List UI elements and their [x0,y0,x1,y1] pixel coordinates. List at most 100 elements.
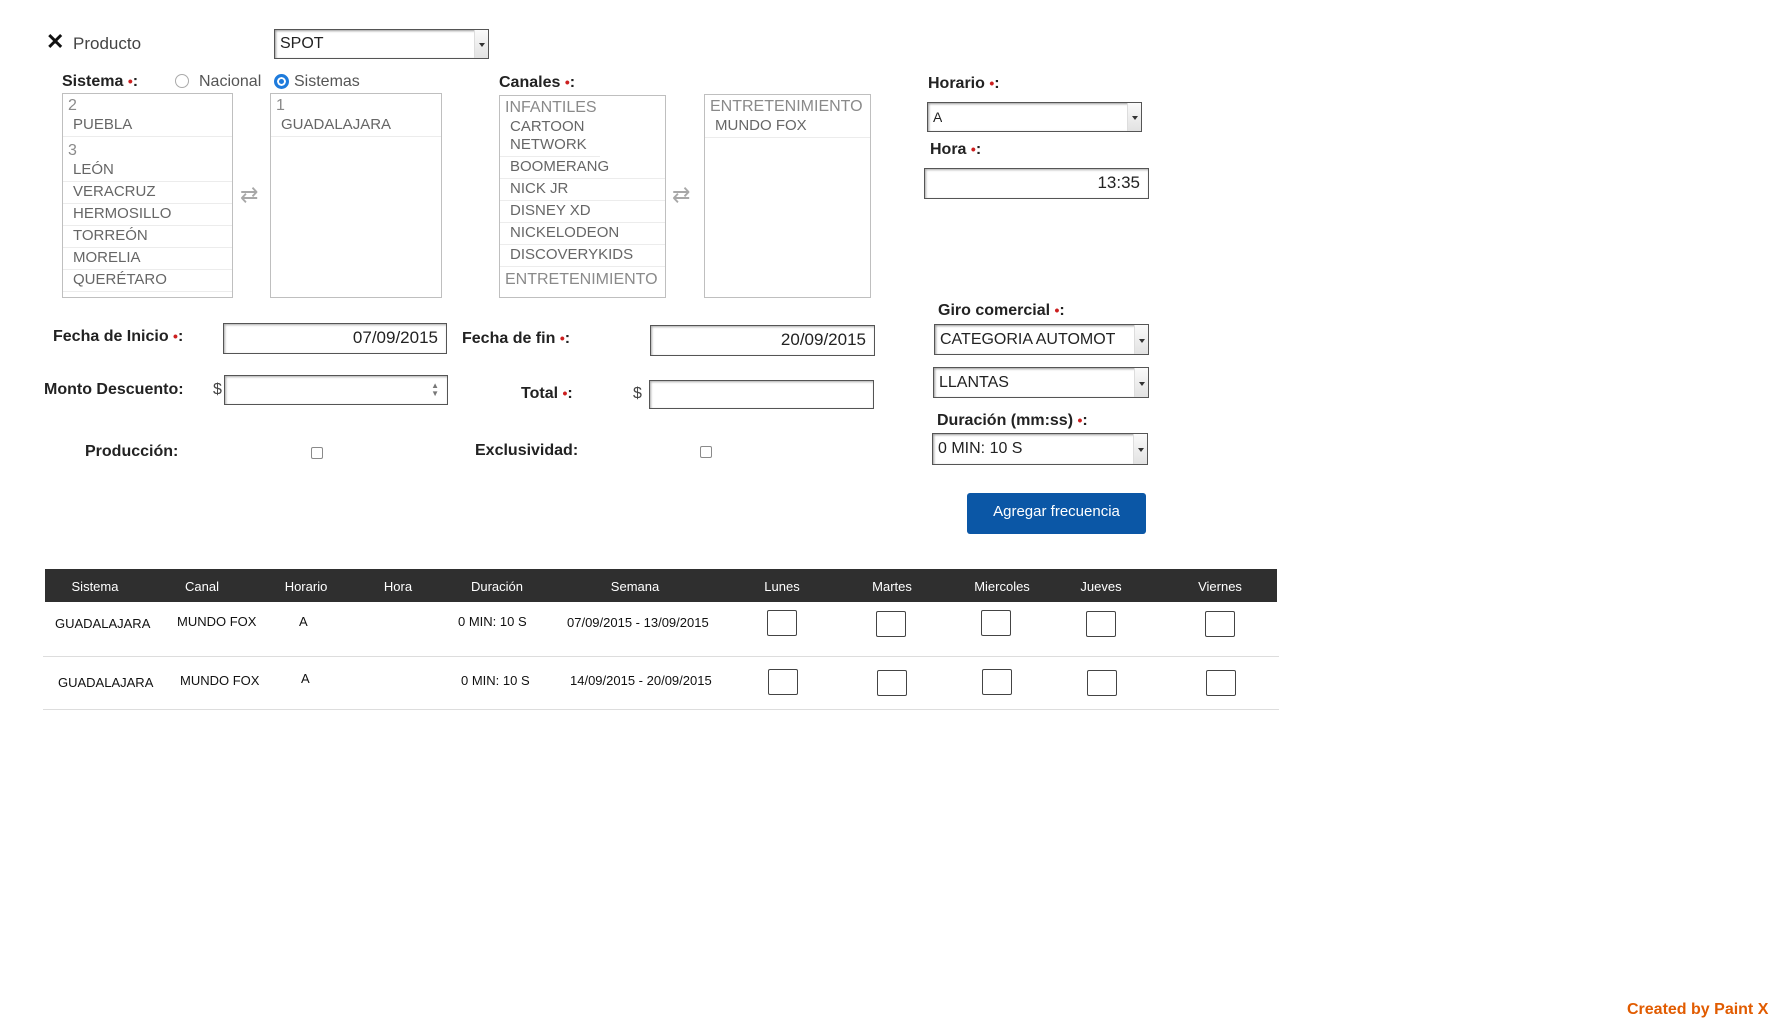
list-group-title: 1 [276,97,285,114]
radio-nacional[interactable] [175,74,189,88]
required-icon: • [559,330,565,346]
column-header: Canal [185,579,219,594]
list-item[interactable]: GUADALAJARA [271,115,441,137]
frequency-table-header: Sistema Canal Horario Hora Duración Sema… [45,569,1277,602]
fecha-fin-input[interactable]: 20/09/2015 [650,325,875,356]
chevron-down-icon [1127,103,1141,131]
column-header: Duración [470,579,524,594]
column-header: Lunes [764,579,800,594]
hora-label: Hora •: [930,141,982,158]
list-item[interactable]: CARTOON NETWORK [500,117,600,157]
checkbox-jueves[interactable] [1087,670,1117,696]
list-item[interactable]: NICKELODEON [500,223,665,245]
list-item[interactable]: QUERÉTARO [63,270,232,292]
list-item[interactable]: MORELIA [63,248,232,270]
producto-select[interactable]: SPOT [274,29,489,59]
radio-sistemas-label: Sistemas [294,73,360,90]
fecha-inicio-input[interactable]: 07/09/2015 [223,323,447,354]
checkbox-lunes[interactable] [767,610,797,636]
fecha-fin-label: Fecha de fin •: [462,330,571,347]
list-item[interactable]: VERACRUZ [63,182,232,204]
cell-canal: MUNDO FOX [177,614,257,629]
list-item[interactable]: LEÓN [63,160,232,182]
list-item[interactable]: HERMOSILLO [63,204,232,226]
list-item[interactable]: PUEBLA [63,115,232,137]
list-item[interactable]: BOOMERANG [500,157,665,179]
cell-horario: A [301,671,310,686]
monto-input[interactable]: ▲ ▼ [224,375,448,405]
radio-nacional-label: Nacional [199,73,262,90]
giro-label: Giro comercial •: [938,302,1065,319]
required-icon: • [1077,412,1083,428]
sistema-label: Sistema •: [62,73,139,90]
agregar-frecuencia-button[interactable]: Agregar frecuencia [967,493,1146,534]
row-divider [43,709,1279,710]
duracion-select-value: 0 MIN: 10 S [938,440,1023,457]
producto-label: Producto [73,34,142,53]
checkbox-viernes[interactable] [1206,670,1236,696]
checkbox-miercoles[interactable] [982,669,1012,695]
list-group-title: ENTRETENIMIENTO [710,98,863,115]
checkbox-martes[interactable] [876,611,906,637]
column-header: Hora [383,579,413,594]
canales-label: Canales •: [499,74,576,91]
checkbox-miercoles[interactable] [981,610,1011,636]
cell-sistema: GUADALAJARA [55,616,151,631]
giro-category-select[interactable]: CATEGORIA AUTOMOT [934,324,1149,355]
produccion-checkbox[interactable] [311,447,323,459]
total-currency: $ [633,385,642,402]
list-item[interactable]: NICK JR [500,179,665,201]
spinner-icon[interactable]: ▲ ▼ [431,382,439,398]
canales-available-list[interactable]: INFANTILES CARTOON NETWORK BOOMERANG NIC… [499,95,666,298]
total-input[interactable] [649,380,874,409]
checkbox-viernes[interactable] [1205,611,1235,637]
cell-semana: 07/09/2015 - 13/09/2015 [567,615,709,630]
horario-label: Horario •: [928,75,1000,92]
sistema-selected-list[interactable]: 1 GUADALAJARA [270,93,442,298]
radio-sistemas[interactable] [274,74,289,89]
produccion-label: Producción: [85,443,179,460]
checkbox-martes[interactable] [877,670,907,696]
fecha-inicio-label: Fecha de Inicio •: [53,328,184,345]
required-icon: • [989,75,995,91]
sistema-available-list[interactable]: 2 PUEBLA 3 LEÓN VERACRUZ HERMOSILLO TORR… [62,93,233,298]
list-group-title: 3 [68,142,77,159]
cell-duracion: 0 MIN: 10 S [461,673,530,688]
list-item[interactable]: DISNEY XD [500,201,665,223]
list-item[interactable]: MUNDO FOX [705,116,870,138]
chevron-down-icon [1134,325,1148,354]
required-icon: • [127,73,133,89]
total-label: Total •: [521,385,573,402]
list-group-title: 2 [68,97,77,114]
transfer-arrows-icon[interactable]: ⇄ [672,182,690,208]
list-group-title: ENTRETENIMIENTO [505,271,658,288]
column-header: Martes [872,579,912,594]
column-header: Jueves [1080,579,1122,594]
checkbox-lunes[interactable] [768,669,798,695]
hora-input[interactable]: 13:35 [924,168,1149,199]
cell-canal: MUNDO FOX [180,673,260,688]
monto-currency: $ [213,381,222,398]
giro-subcategory-select[interactable]: LLANTAS [933,367,1149,398]
exclusividad-checkbox[interactable] [700,446,712,458]
horario-select[interactable]: A [927,102,1142,132]
required-icon: • [173,328,178,344]
exclusividad-label: Exclusividad: [475,442,579,459]
chevron-down-icon [1133,434,1147,464]
cell-semana: 14/09/2015 - 20/09/2015 [570,673,712,688]
checkbox-jueves[interactable] [1086,611,1116,637]
transfer-arrows-icon[interactable]: ⇄ [240,182,258,208]
list-group-title: INFANTILES [505,99,597,116]
close-icon[interactable]: ✕ [46,31,64,53]
list-item[interactable]: TORREÓN [63,226,232,248]
column-header: Semana [610,579,660,594]
giro-subcategory-value: LLANTAS [939,373,1009,391]
row-divider [43,656,1279,657]
duracion-select[interactable]: 0 MIN: 10 S [932,433,1148,465]
list-item[interactable]: DISCOVERYKIDS [500,245,665,267]
cell-horario: A [299,614,308,629]
monto-label: Monto Descuento: [44,381,184,398]
canales-selected-list[interactable]: ENTRETENIMIENTO MUNDO FOX [704,94,871,298]
producto-select-value: SPOT [280,35,324,52]
horario-select-value: A [933,109,943,125]
